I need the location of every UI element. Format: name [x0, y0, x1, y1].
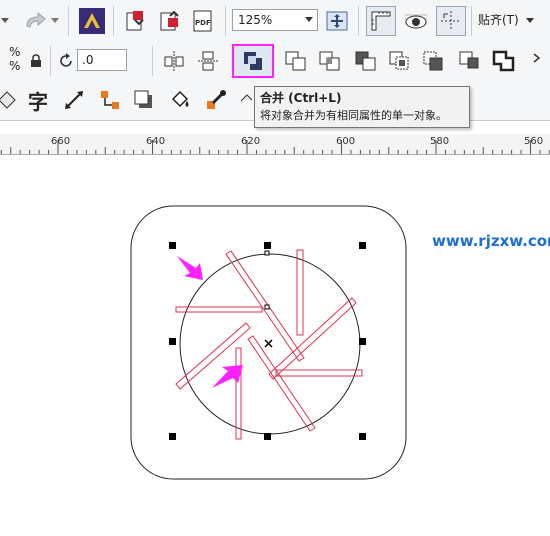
tooltip-description: 将对象合并为有相同属性的单一对象。 [260, 109, 447, 122]
text-tool-icon[interactable]: 字 [24, 86, 52, 114]
svg-text:PDF: PDF [195, 19, 211, 27]
drop-shadow-icon[interactable] [130, 86, 158, 114]
rotation-angle-input[interactable]: .0 [77, 49, 127, 71]
selection-handle[interactable] [264, 242, 271, 249]
site-watermark: www.rjzxw.com [432, 232, 550, 250]
text-tool-glyph: 字 [28, 89, 48, 114]
redo-icon[interactable] [22, 8, 48, 34]
intersect-icon[interactable] [316, 47, 344, 75]
ruler-label: 600 [336, 136, 356, 147]
ruler-ticks [0, 140, 550, 154]
weld-button[interactable] [232, 44, 274, 78]
boundary-icon[interactable] [490, 47, 518, 75]
dimension-tool-icon[interactable] [60, 86, 88, 114]
polygon-tool-icon[interactable] [0, 88, 18, 112]
blade-shape[interactable] [268, 297, 357, 380]
interactive-fill-icon[interactable] [238, 86, 254, 114]
view-icon[interactable] [400, 6, 432, 36]
ruler-label: 580 [430, 136, 450, 147]
pointer-arrow-icon [212, 365, 243, 388]
corel-connect-icon[interactable] [78, 7, 106, 35]
percent-symbol-top: % [9, 45, 21, 59]
export-icon[interactable] [156, 8, 182, 34]
rotation-angle-value: .0 [82, 53, 94, 67]
horizontal-ruler[interactable]: 660 640 620 600 580 560 [0, 134, 550, 155]
front-minus-back-icon[interactable] [386, 47, 414, 75]
blade-shape[interactable] [296, 249, 304, 336]
units-percent-label: % % [9, 45, 20, 73]
zoom-level-value: 125% [238, 13, 273, 27]
drawing-canvas[interactable]: www.rjzxw.com [0, 155, 550, 536]
weld-icon [244, 52, 262, 70]
weld-tooltip: 合并 (Ctrl+L) 将对象合并为有相同属性的单一对象。 [254, 86, 470, 128]
snap-to-menu[interactable]: 贴齐(T) [478, 10, 534, 30]
ruler-label: 660 [51, 136, 71, 147]
ruler-label: 620 [241, 136, 261, 147]
property-bar: % % .0 [0, 42, 550, 81]
selection-handle[interactable] [359, 242, 366, 249]
toolbar-overflow-arrow-icon[interactable] [0, 14, 10, 28]
import-icon[interactable] [122, 8, 148, 34]
fill-tool-icon[interactable] [166, 86, 194, 114]
center-marker-icon[interactable] [264, 339, 273, 348]
percent-symbol-bottom: % [9, 59, 21, 73]
connector-tool-icon[interactable] [96, 86, 124, 114]
guidelines-icon[interactable] [436, 6, 466, 36]
snap-to-label: 贴齐(T) [478, 13, 519, 27]
eyedropper-icon[interactable] [202, 86, 230, 114]
selection-handle[interactable] [169, 242, 176, 249]
selection-handle[interactable] [264, 433, 271, 440]
node-point[interactable] [264, 304, 270, 310]
full-screen-icon[interactable] [324, 8, 350, 34]
pointer-arrow-icon [177, 256, 203, 280]
selection-handle[interactable] [359, 338, 366, 345]
standard-toolbar: PDF 125% 贴齐(T) [0, 0, 550, 43]
more-icon[interactable] [530, 47, 548, 75]
rulers-icon[interactable] [366, 6, 396, 36]
chevron-down-icon[interactable] [305, 17, 313, 22]
simplify-icon[interactable] [352, 47, 380, 75]
blade-shape[interactable] [175, 306, 263, 313]
publish-pdf-icon[interactable]: PDF [190, 8, 218, 34]
back-minus-front-icon[interactable] [420, 47, 448, 75]
mirror-vertical-icon[interactable] [194, 47, 222, 75]
node-point[interactable] [264, 250, 270, 256]
trim-icon[interactable] [282, 47, 310, 75]
lock-icon[interactable] [28, 52, 44, 70]
ruler-label: 640 [146, 136, 166, 147]
selection-handle[interactable] [169, 433, 176, 440]
tooltip-title: 合并 (Ctrl+L) [260, 91, 342, 105]
mirror-horizontal-icon[interactable] [160, 47, 188, 75]
rotate-icon [58, 52, 76, 70]
selection-handle[interactable] [359, 433, 366, 440]
selection-handle[interactable] [169, 338, 176, 345]
blade-shape[interactable] [275, 369, 363, 377]
ruler-label: 560 [524, 136, 544, 147]
create-boundary-icon[interactable] [456, 47, 484, 75]
drawing [130, 205, 407, 480]
blade-shape[interactable] [235, 347, 242, 440]
zoom-level-select[interactable]: 125% [232, 9, 318, 31]
redo-dropdown-icon[interactable] [50, 14, 60, 28]
